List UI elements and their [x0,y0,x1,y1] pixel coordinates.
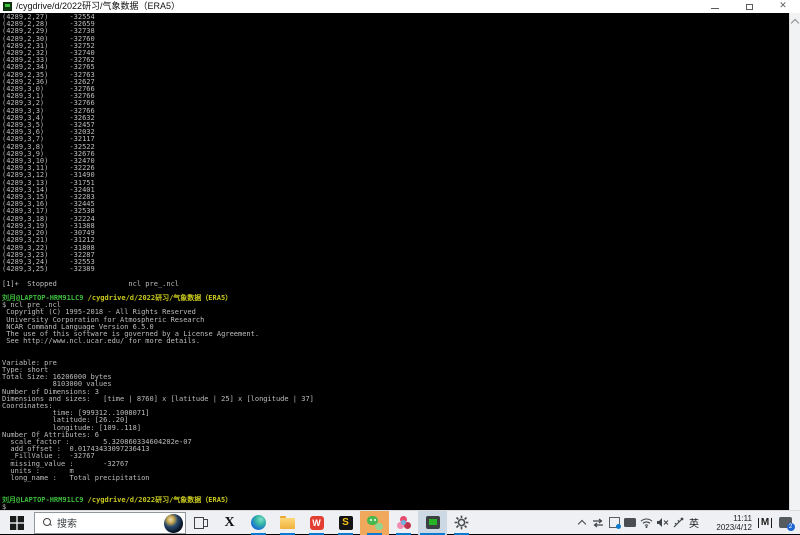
ime-indicator[interactable]: 英 [686,511,702,535]
volume-tray-button[interactable] [654,511,670,535]
folder-icon [280,518,295,529]
search-icon [43,518,52,527]
terminal-output: (4289,2,27) -32554 (4289,2,28) -32659 (4… [0,13,789,510]
usb-tray-button[interactable] [670,511,686,535]
m-vendor-icon: M [758,518,772,528]
notification-center-button[interactable]: 2 [776,511,800,535]
wifi-tray-button[interactable] [638,511,654,535]
task-view-icon [194,517,208,528]
square-blue-dot-icon [609,517,620,528]
wps-office-button[interactable]: W [302,511,331,535]
wifi-icon [640,517,653,528]
edge-browser-icon [251,515,266,530]
edge-button[interactable] [244,511,273,535]
wechat-icon [367,516,383,530]
vendor-tray-button[interactable]: M [754,511,776,535]
notification-count-badge: 2 [787,523,795,531]
window-title: /cygdrive/d/2022研习/气象数据（ERA5） [16,0,180,13]
terminal-window[interactable]: (4289,2,27) -32554 (4289,2,28) -32659 (4… [0,13,789,510]
close-button[interactable]: ✕ [766,0,800,13]
window-titlebar: /cygdrive/d/2022研习/气象数据（ERA5） ✕ [0,0,800,13]
terminal-scrollbar[interactable] [789,13,800,510]
wps-office-icon: W [310,516,324,530]
start-button[interactable] [0,511,34,535]
windows-logo-icon [10,516,24,530]
taskbar: 搜索 X W S [0,510,800,534]
notification-icon: 2 [779,517,792,528]
hidden-icons-button[interactable] [574,511,590,535]
flower-app-icon [397,516,411,530]
flower-app-button[interactable] [389,511,418,535]
s-app-icon: S [339,516,353,530]
taskbar-clock[interactable]: 11:11 2023/4/12 [702,514,754,532]
dark-app-icon [624,518,636,527]
clock-time: 11:11 [702,514,752,523]
chevron-up-icon [579,519,586,526]
scrollbar-up-arrow-icon[interactable] [792,18,798,24]
settings-button[interactable] [447,511,476,535]
minimize-button[interactable] [698,0,732,13]
file-explorer-button[interactable] [273,511,302,535]
maximize-button[interactable] [732,0,766,13]
settings-gear-icon [454,515,469,530]
speaker-muted-icon [656,517,669,528]
arrows-swap-icon [592,518,604,528]
usb-plug-icon [672,517,684,529]
terminal-taskbar-button[interactable] [418,511,447,535]
s-app-button[interactable]: S [331,511,360,535]
x-app-button[interactable]: X [215,511,244,535]
terminal-icon [426,516,440,529]
system-tray: 英 11:11 2023/4/12 M 2 [574,511,800,535]
clock-date: 2023/4/12 [702,523,752,532]
taskbar-search-input[interactable]: 搜索 [34,512,186,534]
search-highlight-globe-icon[interactable] [164,514,183,533]
x-app-icon: X [224,516,234,530]
search-placeholder: 搜索 [57,515,77,530]
task-view-button[interactable] [186,511,215,535]
app-notification-tray-button[interactable] [606,511,622,535]
wechat-button[interactable] [360,511,389,535]
ime-language-label: 英 [689,515,699,530]
sync-arrows-tray-button[interactable] [590,511,606,535]
mintty-window-icon [3,2,12,11]
dark-app-tray-button[interactable] [622,511,638,535]
